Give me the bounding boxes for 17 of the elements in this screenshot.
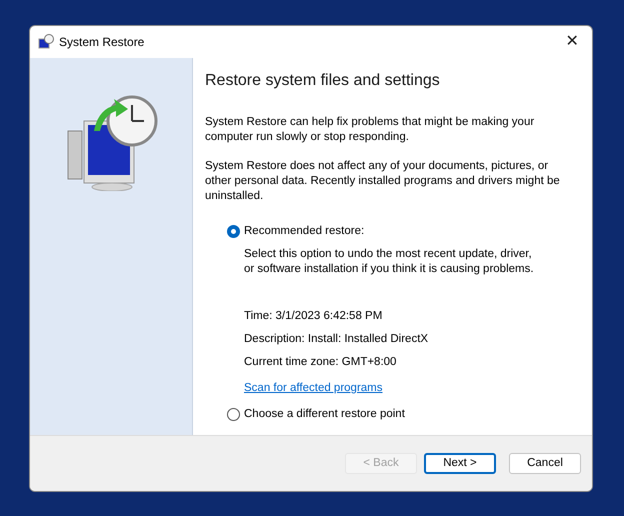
option-label[interactable]: Choose a different restore point [244,407,405,422]
option-description: Select this option to undo the most recent update, driver, or software installation if you think it is causing problems. [244,247,534,277]
scan-link[interactable]: Scan for affected programs [244,381,382,396]
page-heading: Restore system files and settings [205,71,441,91]
option-label[interactable]: Recommended restore: [244,224,364,239]
restore-detail: Description: Install: Installed DirectX [244,332,430,347]
app-icon [38,34,54,50]
close-button[interactable]: ✕ [552,26,592,58]
radio-button[interactable] [227,408,240,421]
radio-button[interactable] [227,225,240,238]
restore-detail: Current time zone: GMT+8:00 [244,355,398,370]
window-title: System Restore [59,34,144,51]
restore-detail: Time: 3/1/2023 6:42:58 PM [244,309,384,324]
description-text: System Restore does not affect any of your documents, pictures, or other personal data. Recently installed programs and drivers might be uninstalled. [205,159,561,204]
dialog-button[interactable]: Cancel [509,453,581,474]
dialog-button[interactable]: Next > [424,453,496,474]
description-text: System Restore can help fix problems that might be making your computer run slowly or stop responding. [205,115,536,145]
